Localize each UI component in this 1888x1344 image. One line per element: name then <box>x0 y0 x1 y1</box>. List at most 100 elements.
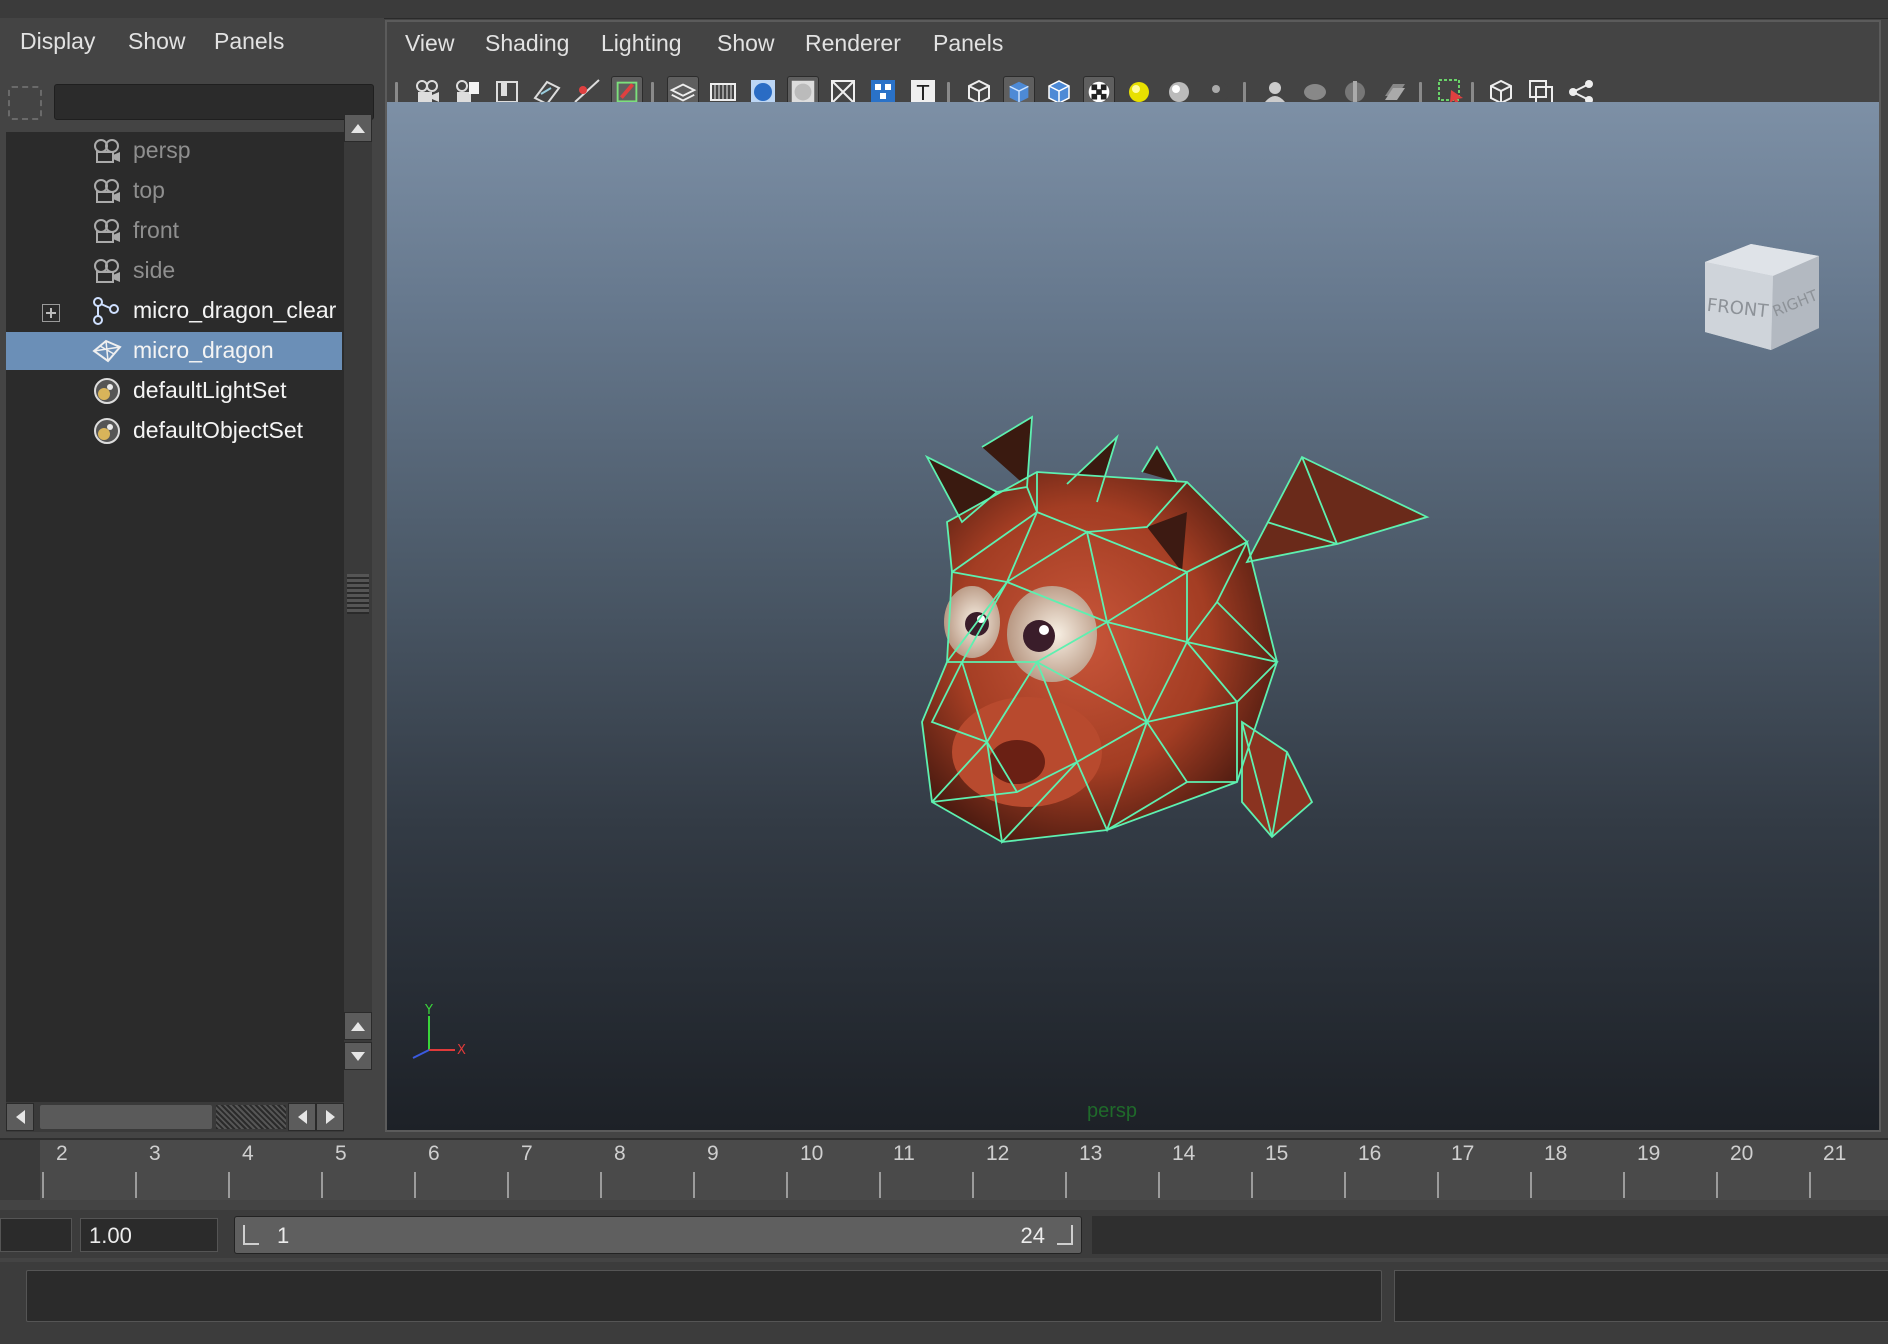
timeline-tick-label: 8 <box>614 1142 626 1165</box>
set-icon <box>94 378 120 404</box>
toolbar-separator <box>651 82 654 104</box>
command-line-row <box>0 1262 1888 1344</box>
timeline-tick-mark <box>693 1172 695 1198</box>
timeline-tick-label: 6 <box>428 1142 440 1165</box>
timeline-tick-label: 18 <box>1544 1142 1568 1165</box>
timeline-tick-label: 21 <box>1823 1142 1847 1165</box>
timeline-tick-label: 7 <box>521 1142 533 1165</box>
timeline-tick-mark <box>414 1172 416 1198</box>
menu-view[interactable]: View <box>405 30 454 57</box>
top-strip <box>0 0 1888 19</box>
camera-name-label: persp <box>1087 1100 1138 1122</box>
menu-shading[interactable]: Shading <box>485 30 569 57</box>
outliner-search-input[interactable] <box>54 84 374 120</box>
hscroll-thumb[interactable] <box>40 1105 212 1129</box>
mesh-icon <box>92 339 122 363</box>
dragon-model[interactable] <box>387 102 1879 1130</box>
joint-hierarchy-icon <box>93 297 119 325</box>
outliner-menu-display[interactable]: Display <box>20 28 95 55</box>
list-item[interactable]: defaultObjectSet <box>6 412 344 450</box>
list-item[interactable]: top <box>6 172 344 210</box>
list-item-label: front <box>133 217 180 243</box>
hscroll-grip <box>216 1105 286 1129</box>
menu-renderer[interactable]: Renderer <box>805 30 901 57</box>
menu-panels[interactable]: Panels <box>933 30 1003 57</box>
menu-lighting[interactable]: Lighting <box>601 30 682 57</box>
timeline-tick-mark <box>1809 1172 1811 1198</box>
range-start-field[interactable] <box>0 1218 72 1252</box>
list-item-label: micro_dragon <box>133 337 274 363</box>
outliner-vscrollbar[interactable] <box>344 114 372 1070</box>
timeline-tick-mark <box>507 1172 509 1198</box>
camera-icon <box>94 139 120 163</box>
scroll-up-button[interactable] <box>344 114 372 142</box>
range-slider-row: 1.00 1 24 <box>0 1210 1888 1258</box>
outliner-menu-show[interactable]: Show <box>128 28 186 55</box>
outliner-hscrollbar[interactable] <box>6 1102 344 1132</box>
toolbar-separator <box>947 82 950 104</box>
view-cube[interactable]: FRONT RIGHT <box>1691 232 1841 382</box>
toolbar-separator <box>1471 82 1474 104</box>
expand-toggle[interactable] <box>42 304 60 322</box>
timeline-tick-mark <box>1158 1172 1160 1198</box>
scroll-down-button[interactable] <box>344 1042 372 1070</box>
list-item-label: micro_dragon_clear <box>133 297 337 323</box>
range-start-handle[interactable] <box>243 1225 259 1245</box>
outliner-panel: Display Show Panels persp top front side… <box>0 18 384 1132</box>
timeline-tick-label: 4 <box>242 1142 254 1165</box>
timeline-tick-mark <box>1623 1172 1625 1198</box>
timeline-tick-label: 17 <box>1451 1142 1475 1165</box>
timeline-tick-mark <box>1437 1172 1439 1198</box>
range-end-handle[interactable] <box>1057 1225 1073 1245</box>
outliner-menu-panels[interactable]: Panels <box>214 28 284 55</box>
time-slider-start-area <box>0 1140 40 1200</box>
timeline-tick-mark <box>600 1172 602 1198</box>
time-slider[interactable]: 2 3 4 5 6 7 8 9 10 11 12 13 14 15 16 17 18 19 20 21 <box>0 1138 1888 1200</box>
current-time-field[interactable]: 1.00 <box>80 1218 218 1252</box>
filter-icon[interactable] <box>8 86 42 120</box>
camera-icon <box>94 259 120 283</box>
list-item-label: side <box>133 257 176 283</box>
list-item-label: persp <box>133 137 191 163</box>
range-end-label: 24 <box>1020 1223 1045 1248</box>
set-icon <box>94 418 120 444</box>
timeline-tick-label: 13 <box>1079 1142 1103 1165</box>
timeline-tick-label: 14 <box>1172 1142 1196 1165</box>
list-item[interactable]: side <box>6 252 344 290</box>
command-result-field <box>1394 1270 1888 1322</box>
timeline-tick-mark <box>1344 1172 1346 1198</box>
timeline-tick-label: 9 <box>707 1142 719 1165</box>
timeline-tick-mark <box>1251 1172 1253 1198</box>
timeline-tick-label: 3 <box>149 1142 161 1165</box>
timeline-tick-label: 11 <box>893 1142 915 1165</box>
scroll-up-button[interactable] <box>344 1012 372 1040</box>
list-item[interactable]: front <box>6 212 344 250</box>
3d-viewport[interactable]: FRONT RIGHT Y X persp <box>387 102 1879 1130</box>
list-item-label: top <box>133 177 165 203</box>
list-item-label: defaultLightSet <box>133 377 287 403</box>
timeline-tick-mark <box>972 1172 974 1198</box>
toolbar-separator <box>395 82 398 104</box>
scroll-grip[interactable] <box>347 574 369 614</box>
scroll-right-button[interactable] <box>316 1103 344 1131</box>
timeline-tick-label: 15 <box>1265 1142 1289 1165</box>
timeline-tick-mark <box>135 1172 137 1198</box>
timeline-tick-mark <box>1530 1172 1532 1198</box>
list-item-selected[interactable]: micro_dragon <box>6 332 342 370</box>
timeline-tick-label: 20 <box>1730 1142 1754 1165</box>
range-slider[interactable]: 1 24 <box>234 1216 1082 1254</box>
timeline-tick-mark <box>321 1172 323 1198</box>
axis-gizmo: Y X <box>412 1003 466 1059</box>
timeline-tick-mark <box>1716 1172 1718 1198</box>
axis-y-label: Y <box>424 1003 433 1018</box>
list-item[interactable]: persp <box>6 132 344 170</box>
scroll-left-button[interactable] <box>288 1103 316 1131</box>
menu-show[interactable]: Show <box>717 30 775 57</box>
scroll-left-button[interactable] <box>6 1103 34 1131</box>
timeline-tick-mark <box>879 1172 881 1198</box>
toolbar-separator <box>1419 82 1422 104</box>
command-line-input[interactable] <box>26 1270 1382 1322</box>
camera-icon <box>94 219 120 243</box>
list-item[interactable]: defaultLightSet <box>6 372 344 410</box>
timeline-tick-label: 5 <box>335 1142 347 1165</box>
